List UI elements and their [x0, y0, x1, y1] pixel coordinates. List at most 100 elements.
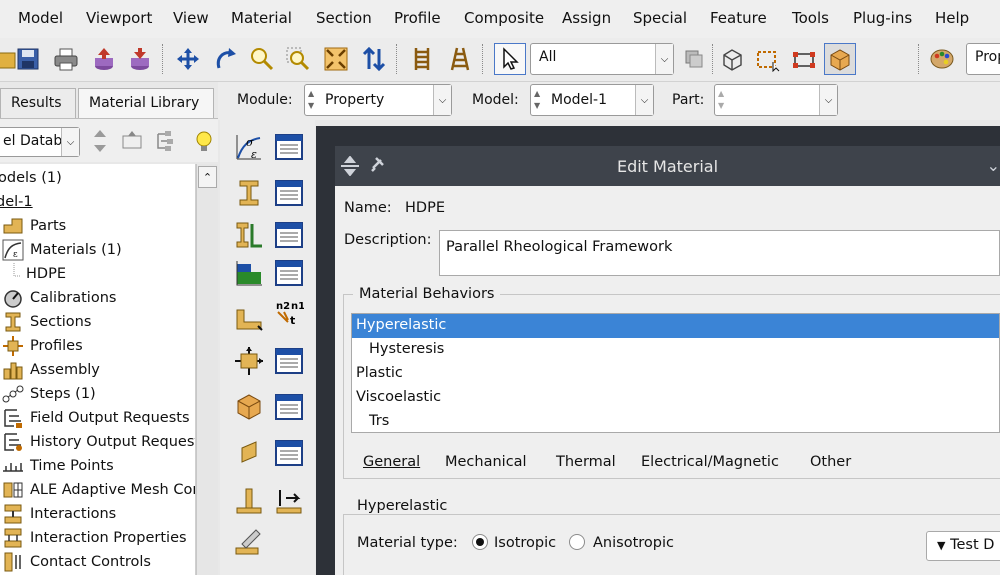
menu-view[interactable]: View — [173, 9, 209, 27]
menu-model[interactable]: Model — [18, 9, 63, 27]
assign-beam-orientation-icon[interactable]: n2 n1 t — [272, 296, 306, 330]
menu-assign[interactable]: Assign — [562, 9, 611, 27]
menu-feature[interactable]: Feature — [710, 9, 767, 27]
menu-material[interactable]: Material — [231, 9, 292, 27]
chevron-down-icon[interactable]: ⌄ — [987, 156, 1000, 175]
menu-general[interactable]: General — [363, 454, 420, 470]
selection-filter-combo[interactable]: All ⌵ — [530, 43, 674, 75]
chevron-up-icon[interactable]: ⌃ — [198, 166, 217, 188]
menu-help[interactable]: Help — [935, 9, 969, 27]
menu-special[interactable]: Special — [633, 9, 687, 27]
chevron-down-icon[interactable]: ⌵ — [635, 85, 653, 115]
menu-thermal[interactable]: Thermal — [556, 454, 616, 470]
box-select-icon[interactable] — [752, 43, 784, 75]
create-solid-icon[interactable] — [232, 390, 266, 424]
dialog-title-bar[interactable]: Edit Material ⌄ — [335, 146, 1000, 186]
menu-section[interactable]: Section — [316, 9, 372, 27]
model-combo[interactable]: Model-1 ▲ ▼ ⌵ — [530, 84, 654, 116]
export-icon[interactable] — [124, 43, 156, 75]
auto-fit-icon[interactable] — [320, 43, 352, 75]
tab-results[interactable]: Results — [0, 88, 76, 118]
go-up-icon[interactable] — [116, 125, 148, 157]
menu-plug-ins[interactable]: Plug-ins — [853, 9, 912, 27]
tree-item-assembly[interactable]: Assembly — [2, 358, 100, 382]
selection-options-icon[interactable] — [678, 43, 710, 75]
assign-section-icon[interactable] — [232, 218, 266, 252]
create-composite-layup-icon[interactable] — [232, 256, 266, 290]
solid-manager-icon[interactable] — [272, 390, 306, 424]
sort-arrows-icon[interactable] — [84, 125, 116, 157]
composite-layup-manager-icon[interactable] — [272, 256, 306, 290]
rotate-icon[interactable] — [210, 43, 242, 75]
part-combo[interactable]: ▲ ▼ ⌵ — [714, 84, 838, 116]
select-wireframe-icon[interactable] — [716, 43, 748, 75]
chevron-down-icon[interactable]: ⌵ — [819, 85, 837, 115]
magnify-icon[interactable] — [246, 43, 278, 75]
node-select-icon[interactable] — [788, 43, 820, 75]
color-palette-icon[interactable] — [926, 43, 958, 75]
section-manager-icon[interactable] — [272, 176, 306, 210]
tree-item-parts[interactable]: Parts — [2, 214, 66, 238]
behavior-hyperelastic[interactable]: Hyperelastic — [352, 314, 999, 338]
spin-arrows-icon[interactable]: ▲ ▼ — [534, 88, 540, 112]
tree-item-interactions[interactable]: Interactions — [2, 502, 116, 526]
chevron-down-icon[interactable]: ⌵ — [61, 128, 79, 156]
mesh-ladder-tapered-icon[interactable] — [444, 43, 476, 75]
shaded-box-icon[interactable] — [824, 43, 856, 75]
menu-mechanical[interactable]: Mechanical — [445, 454, 527, 470]
skin-manager-icon[interactable] — [272, 436, 306, 470]
pan-icon[interactable] — [172, 43, 204, 75]
print-icon[interactable] — [50, 43, 82, 75]
behavior-trs[interactable]: Trs — [352, 410, 999, 434]
tree-model-1[interactable]: del-1 — [0, 190, 33, 214]
tree-item-materials[interactable]: ε Materials (1) — [2, 238, 122, 262]
tree-item-interaction-properties[interactable]: Interaction Properties — [2, 526, 187, 550]
isotropic-radio[interactable] — [472, 534, 488, 550]
create-profile-icon[interactable] — [232, 300, 266, 334]
save-icon[interactable] — [12, 43, 44, 75]
tree-scrollbar[interactable]: ⌃ — [196, 164, 218, 575]
chevron-down-icon[interactable]: ⌵ — [433, 85, 451, 115]
menu-other[interactable]: Other — [810, 454, 851, 470]
module-combo[interactable]: Property ▲ ▼ ⌵ — [304, 84, 452, 116]
stringer-arrow-icon[interactable] — [272, 484, 306, 518]
description-field[interactable]: Parallel Rheological Framework — [439, 230, 1000, 276]
mesh-ladder-icon[interactable] — [406, 43, 438, 75]
tree-item-field-output[interactable]: Field Output Requests — [2, 406, 190, 430]
tree-item-ale-mesh[interactable]: ALE Adaptive Mesh Con — [2, 478, 195, 502]
tree-item-profiles[interactable]: Profiles — [2, 334, 83, 358]
lightbulb-icon[interactable] — [188, 125, 220, 157]
anisotropic-radio[interactable] — [569, 534, 585, 550]
render-style-combo[interactable]: Prop — [966, 43, 1000, 75]
menu-composite[interactable]: Composite — [464, 9, 544, 27]
test-data-button[interactable]: ▼ Test D — [926, 531, 1000, 561]
tree-item-hdpe[interactable]: HDPE — [12, 262, 66, 286]
menu-electrical-magnetic[interactable]: Electrical/Magnetic — [641, 454, 779, 470]
tree-item-steps[interactable]: Steps (1) — [2, 382, 96, 406]
import-icon[interactable] — [88, 43, 120, 75]
assign-orientation-icon[interactable] — [232, 344, 266, 378]
spin-arrows-icon[interactable]: ▲ ▼ — [308, 88, 314, 112]
tree-item-sections[interactable]: Sections — [2, 310, 91, 334]
create-section-icon[interactable] — [232, 176, 266, 210]
tree-item-history-output[interactable]: History Output Request — [2, 430, 195, 454]
spin-arrows-icon[interactable]: ▲ ▼ — [718, 88, 724, 112]
behavior-plastic[interactable]: Plastic — [352, 362, 999, 386]
section-assignment-manager-icon[interactable] — [272, 218, 306, 252]
tree-filter-icon[interactable] — [150, 125, 182, 157]
orientation-manager-icon[interactable] — [272, 344, 306, 378]
tree-item-contact-controls[interactable]: Contact Controls — [2, 550, 151, 574]
database-combo[interactable]: el Databas ⌵ — [0, 127, 80, 157]
menu-tools[interactable]: Tools — [792, 9, 829, 27]
behavior-viscoelastic[interactable]: Viscoelastic — [352, 386, 999, 410]
tree-root-models[interactable]: odels (1) — [0, 166, 62, 190]
menu-viewport[interactable]: Viewport — [86, 9, 152, 27]
tab-material-library[interactable]: Material Library — [78, 88, 214, 118]
chevron-down-icon[interactable]: ⌵ — [655, 44, 673, 74]
special-tool-icon[interactable] — [232, 524, 266, 558]
create-material-icon[interactable]: σε — [232, 130, 266, 164]
behavior-hysteresis[interactable]: Hysteresis — [352, 338, 999, 362]
create-stringer-icon[interactable] — [232, 484, 266, 518]
box-zoom-icon[interactable] — [282, 43, 314, 75]
material-manager-icon[interactable] — [272, 130, 306, 164]
